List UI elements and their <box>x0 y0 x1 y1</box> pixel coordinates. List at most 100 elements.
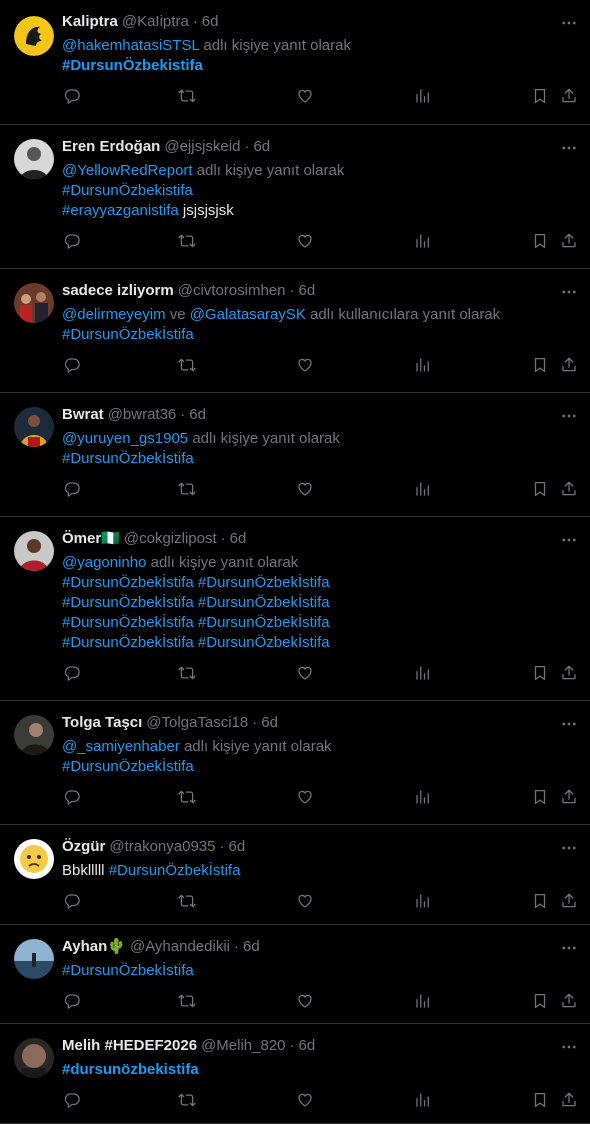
avatar[interactable] <box>14 939 54 979</box>
author-name[interactable]: Özgür <box>62 837 105 857</box>
retweet-icon[interactable] <box>178 356 196 374</box>
tweet[interactable]: Ayhan🌵 @Ayhandedikii · 6d #DursunÖzbekİstifa <box>0 925 590 1024</box>
author-handle[interactable]: @bwrat36 <box>108 405 177 425</box>
share-icon[interactable] <box>560 892 578 910</box>
author-name[interactable]: Tolga Taşcı <box>62 713 142 733</box>
views-icon[interactable] <box>414 356 432 374</box>
like-icon[interactable] <box>296 788 314 806</box>
hashtag-link[interactable]: #dursunözbekistifa <box>62 1061 199 1078</box>
reply-icon[interactable] <box>63 1091 81 1109</box>
mention-link[interactable]: @delirmeyeyim <box>62 306 166 323</box>
views-icon[interactable] <box>414 788 432 806</box>
retweet-icon[interactable] <box>178 87 196 105</box>
views-icon[interactable] <box>414 892 432 910</box>
like-icon[interactable] <box>296 664 314 682</box>
share-icon[interactable] <box>560 664 578 682</box>
avatar[interactable] <box>14 531 54 571</box>
bookmark-icon[interactable] <box>531 892 549 910</box>
retweet-icon[interactable] <box>178 788 196 806</box>
author-name[interactable]: Kaliptra <box>62 12 118 32</box>
reply-icon[interactable] <box>63 892 81 910</box>
avatar[interactable] <box>14 715 54 755</box>
hashtag-link[interactable]: #DursunÖzbekİstifa #DursunÖzbekİstifa <box>62 634 330 651</box>
views-icon[interactable] <box>414 87 432 105</box>
more-icon[interactable] <box>560 939 578 957</box>
share-icon[interactable] <box>560 232 578 250</box>
hashtag-link[interactable]: #DursunÖzbekİstifa <box>62 450 194 467</box>
mention-link[interactable]: @hakemhatasiSTSL <box>62 37 199 54</box>
bookmark-icon[interactable] <box>531 87 549 105</box>
timestamp[interactable]: 6d <box>243 937 260 957</box>
timestamp[interactable]: 6d <box>228 837 245 857</box>
hashtag-link[interactable]: #DursunÖzbekİstifa #DursunÖzbekİstifa <box>62 614 330 631</box>
like-icon[interactable] <box>296 1091 314 1109</box>
author-handle[interactable]: @ejjsjskeid <box>164 137 240 157</box>
retweet-icon[interactable] <box>178 664 196 682</box>
share-icon[interactable] <box>560 788 578 806</box>
views-icon[interactable] <box>414 480 432 498</box>
author-handle[interactable]: @trakonya0935 <box>109 837 215 857</box>
avatar[interactable] <box>14 1038 54 1078</box>
share-icon[interactable] <box>560 1091 578 1109</box>
share-icon[interactable] <box>560 992 578 1010</box>
author-name[interactable]: Ayhan🌵 <box>62 937 126 957</box>
views-icon[interactable] <box>414 232 432 250</box>
hashtag-link[interactable]: #DursunÖzbekİstifa <box>62 758 194 775</box>
retweet-icon[interactable] <box>178 992 196 1010</box>
like-icon[interactable] <box>296 356 314 374</box>
timestamp[interactable]: 6d <box>299 1036 316 1056</box>
views-icon[interactable] <box>414 992 432 1010</box>
tweet[interactable]: Bwrat @bwrat36 · 6d @yuruyen_gs1905 adlı kiş… <box>0 393 590 517</box>
hashtag-link[interactable]: #DursunÖzbekistifa <box>62 57 203 74</box>
reply-icon[interactable] <box>63 992 81 1010</box>
hashtag-link[interactable]: #DursunÖzbekİstifa #DursunÖzbekİstifa <box>62 574 330 591</box>
reply-icon[interactable] <box>63 664 81 682</box>
more-icon[interactable] <box>560 283 578 301</box>
reply-icon[interactable] <box>63 480 81 498</box>
more-icon[interactable] <box>560 1038 578 1056</box>
tweet[interactable]: Ömer🇳🇬 @cokgizlipost · 6d @yagoninho adlı ki… <box>0 517 590 701</box>
hashtag-link[interactable]: #DursunÖzbekİstifa <box>109 862 241 879</box>
reply-icon[interactable] <box>63 788 81 806</box>
avatar[interactable] <box>14 839 54 879</box>
author-handle[interactable]: @TolgaTasci18 <box>146 713 248 733</box>
like-icon[interactable] <box>296 232 314 250</box>
mention-link[interactable]: @GalatasaraySK <box>190 306 306 323</box>
more-icon[interactable] <box>560 531 578 549</box>
timestamp[interactable]: 6d <box>189 405 206 425</box>
author-name[interactable]: sadece izliyorm <box>62 281 174 301</box>
author-handle[interactable]: @cokgizlipost <box>124 529 217 549</box>
retweet-icon[interactable] <box>178 480 196 498</box>
timestamp[interactable]: 6d <box>253 137 270 157</box>
tweet[interactable]: sadece izliyorm @civtorosimhen · 6d @delirme… <box>0 269 590 393</box>
author-handle[interactable]: @KaIiptra <box>122 12 189 32</box>
hashtag-link[interactable]: #DursunÖzbekİstifa <box>62 326 194 343</box>
tweet[interactable]: Kaliptra @KaIiptra · 6d @hakemhatasiSTSL adl… <box>0 0 590 125</box>
bookmark-icon[interactable] <box>531 1091 549 1109</box>
share-icon[interactable] <box>560 480 578 498</box>
author-name[interactable]: Bwrat <box>62 405 104 425</box>
timestamp[interactable]: 6d <box>202 12 219 32</box>
mention-link[interactable]: @yagoninho <box>62 554 146 571</box>
tweet[interactable]: Tolga Taşcı @TolgaTasci18 · 6d @_samiyenhabe… <box>0 701 590 825</box>
like-icon[interactable] <box>296 892 314 910</box>
author-handle[interactable]: @Melih_820 <box>201 1036 285 1056</box>
avatar[interactable] <box>14 407 54 447</box>
bookmark-icon[interactable] <box>531 480 549 498</box>
views-icon[interactable] <box>414 1091 432 1109</box>
reply-icon[interactable] <box>63 356 81 374</box>
author-handle[interactable]: @Ayhandedikii <box>130 937 230 957</box>
like-icon[interactable] <box>296 87 314 105</box>
more-icon[interactable] <box>560 839 578 857</box>
reply-icon[interactable] <box>63 87 81 105</box>
author-name[interactable]: Melih #HEDEF2026 <box>62 1036 197 1056</box>
bookmark-icon[interactable] <box>531 232 549 250</box>
author-name[interactable]: Ömer🇳🇬 <box>62 529 120 549</box>
avatar[interactable] <box>14 139 54 179</box>
mention-link[interactable]: @yuruyen_gs1905 <box>62 430 188 447</box>
retweet-icon[interactable] <box>178 892 196 910</box>
author-handle[interactable]: @civtorosimhen <box>178 281 286 301</box>
retweet-icon[interactable] <box>178 232 196 250</box>
avatar[interactable] <box>14 283 54 323</box>
hashtag-link[interactable]: #DursunÖzbekistifa <box>62 182 193 199</box>
